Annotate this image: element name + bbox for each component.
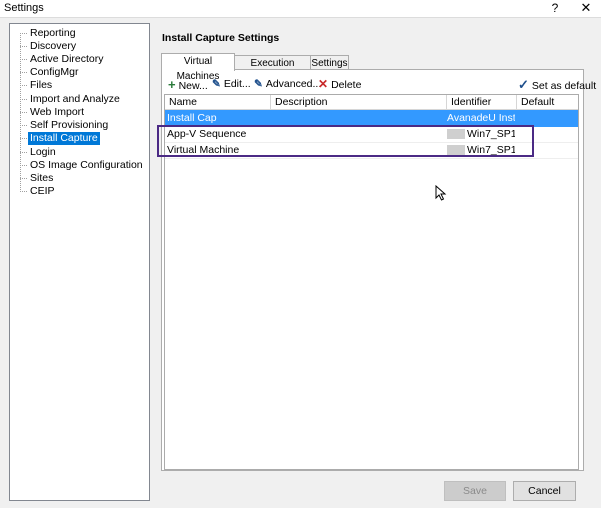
tree-item-label: Files: [30, 79, 53, 91]
plus-icon: +: [168, 77, 176, 92]
cell-default: [521, 142, 576, 158]
pencil-icon: ✎: [254, 78, 263, 90]
delete-label: Delete: [331, 79, 362, 91]
close-button[interactable]: ✕: [578, 0, 594, 16]
mouse-cursor-icon: [435, 185, 447, 201]
checkmark-icon: ✓: [518, 77, 529, 92]
cell-identifier-text: Win7_SP1...: [467, 128, 515, 140]
cancel-button[interactable]: Cancel: [513, 481, 576, 501]
table-row[interactable]: Virtual Machine Win7_SP1...: [165, 142, 578, 159]
window-title: Settings: [4, 2, 44, 14]
delete-x-icon: ✕: [318, 77, 329, 91]
delete-button[interactable]: ✕ Delete: [318, 77, 362, 92]
advanced-button[interactable]: ✎ Advanced...: [254, 78, 321, 91]
tree-item-label: Login: [30, 146, 56, 158]
title-bar: Settings ? ✕: [0, 0, 601, 18]
tab-virtual-machines[interactable]: Virtual Machines: [161, 53, 235, 82]
set-as-default-label: Set as default: [531, 80, 597, 92]
tree-item-label: OS Image Configuration: [30, 159, 143, 171]
cell-description: [275, 110, 445, 126]
tree-item-label: Import and Analyze: [30, 93, 120, 105]
cell-identifier: AvanadeU Inst...: [447, 112, 515, 124]
redacted-block: [447, 129, 465, 140]
table-row[interactable]: App-V Sequence Win7_SP1...: [165, 126, 578, 143]
cell-default: [521, 126, 576, 142]
edit-label: Edit...: [223, 78, 251, 90]
cell-identifier: Win7_SP1...: [447, 126, 515, 142]
cell-identifier-text: Win7_SP1...: [467, 144, 515, 156]
table-row[interactable]: Install Cap AvanadeU Inst...: [165, 110, 578, 127]
column-header-name[interactable]: Name: [165, 95, 271, 110]
cell-identifier: Win7_SP1...: [447, 142, 515, 158]
tree-item-label: CEIP: [30, 185, 55, 197]
tree-item-label: Web Import: [30, 106, 85, 118]
column-header-description[interactable]: Description: [271, 95, 447, 110]
virtual-machines-grid: Name Description Identifier Default Inst…: [164, 94, 579, 470]
advanced-label: Advanced...: [265, 78, 322, 90]
page-title: Install Capture Settings: [162, 32, 280, 44]
cell-name: App-V Sequence: [167, 128, 247, 140]
help-button[interactable]: ?: [548, 0, 562, 16]
tree-item-label: Self Provisioning: [30, 119, 109, 131]
cell-name: Virtual Machine: [167, 144, 240, 156]
tree-item-label: Install Capture: [28, 132, 100, 145]
tree-item-label: Active Directory: [30, 53, 104, 65]
column-header-identifier[interactable]: Identifier: [447, 95, 517, 110]
cell-description: [275, 126, 445, 142]
tree-item-label: Discovery: [30, 40, 77, 52]
save-button[interactable]: Save: [444, 481, 506, 501]
tree-item-label: Reporting: [30, 27, 76, 39]
column-header-default[interactable]: Default: [517, 95, 578, 110]
cell-description: [275, 142, 445, 158]
tree-item-label: ConfigMgr: [30, 66, 79, 78]
cell-name: Install Cap: [167, 112, 217, 124]
set-as-default-button[interactable]: ✓ Set as default: [518, 77, 597, 92]
tree-item-label: Sites: [30, 172, 54, 184]
settings-tree: Reporting Discovery Active Directory Con…: [9, 23, 150, 501]
cell-default: [521, 110, 576, 126]
redacted-block: [447, 145, 465, 156]
